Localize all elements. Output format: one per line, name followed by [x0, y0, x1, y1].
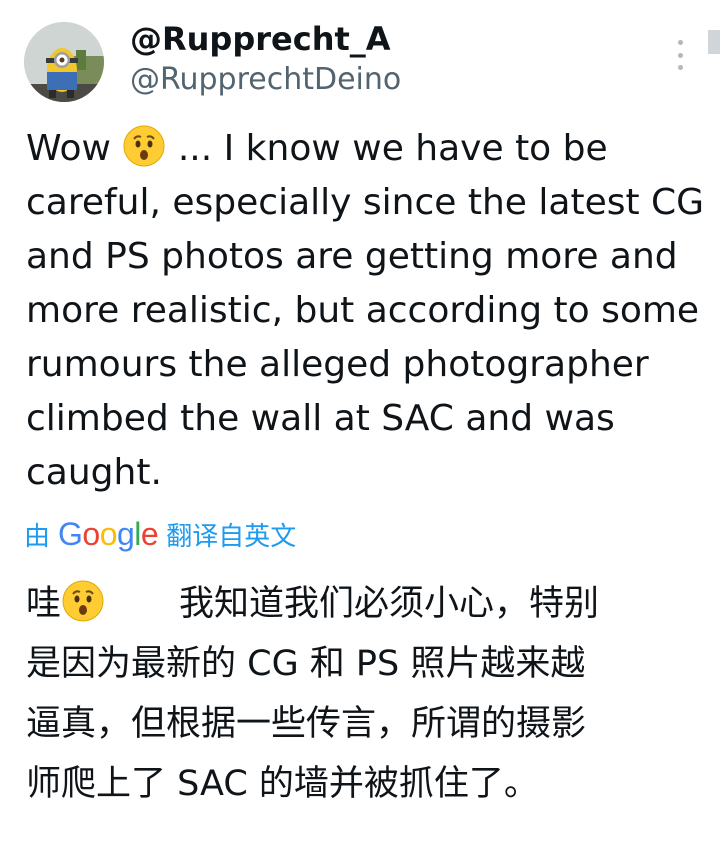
translated-by-google-link[interactable]: 由 Google 翻译自英文	[24, 512, 296, 556]
hushed-face-emoji	[62, 580, 104, 622]
tweet-text-start: Wow	[26, 128, 123, 169]
translated-wow: 哇	[26, 584, 62, 624]
translated-text: 哇 我知道我们必须小心，特别 是因为最新的 CG 和 PS 照片越来越 逼真，但根…	[26, 574, 706, 814]
tweet-text: Wow ... I know we have to be careful, es…	[26, 122, 706, 500]
translated-line-2: 是因为最新的 CG 和 PS 照片越来越	[26, 644, 586, 684]
translate-suffix: 翻译自英文	[166, 521, 297, 552]
google-logo-text: Google	[58, 515, 159, 552]
avatar[interactable]	[24, 22, 104, 102]
scrollbar-thumb	[708, 30, 720, 54]
translated-line-3: 逼真，但根据一些传言，所谓的摄影	[26, 704, 587, 744]
hushed-face-emoji	[123, 125, 165, 167]
translate-prefix: 由	[24, 521, 51, 552]
more-options-icon[interactable]	[670, 40, 690, 70]
author-handle[interactable]: @RupprechtDeino	[130, 62, 401, 97]
translated-line-4: 师爬上了 SAC 的墙并被抓住了。	[26, 764, 539, 804]
minion-avatar-image	[24, 22, 104, 102]
tweet-text-body: ... I know we have to be careful, especi…	[26, 128, 705, 493]
tweet-card: @Rupprecht_A @RupprechtDeino Wow ... I k…	[0, 0, 720, 841]
translated-line-1: 哇 我知道我们必须小心，特别	[26, 574, 706, 634]
author-display-name[interactable]: @Rupprecht_A	[130, 20, 391, 58]
translated-line-1-rest: 我知道我们必须小心，特别	[179, 584, 600, 624]
